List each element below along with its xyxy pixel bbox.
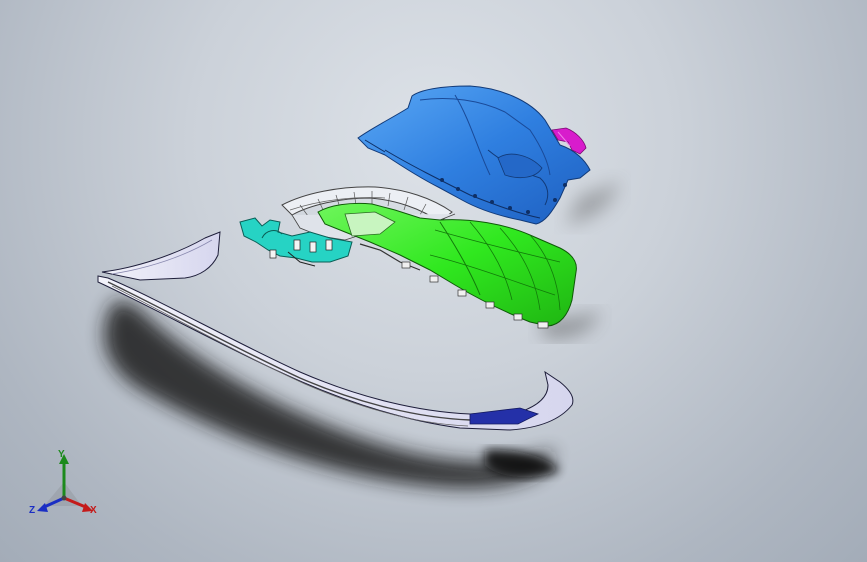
upper-cover-part[interactable] [357,85,591,225]
graphics-viewport[interactable]: Y X Z [0,0,867,562]
x-axis-label: X [90,505,97,516]
z-axis-label: Z [29,505,36,516]
upper-trim-part[interactable] [101,231,221,281]
orientation-triad[interactable]: Y X Z [28,448,104,522]
y-axis-label: Y [58,449,65,460]
3d-model-scene[interactable] [0,0,867,562]
